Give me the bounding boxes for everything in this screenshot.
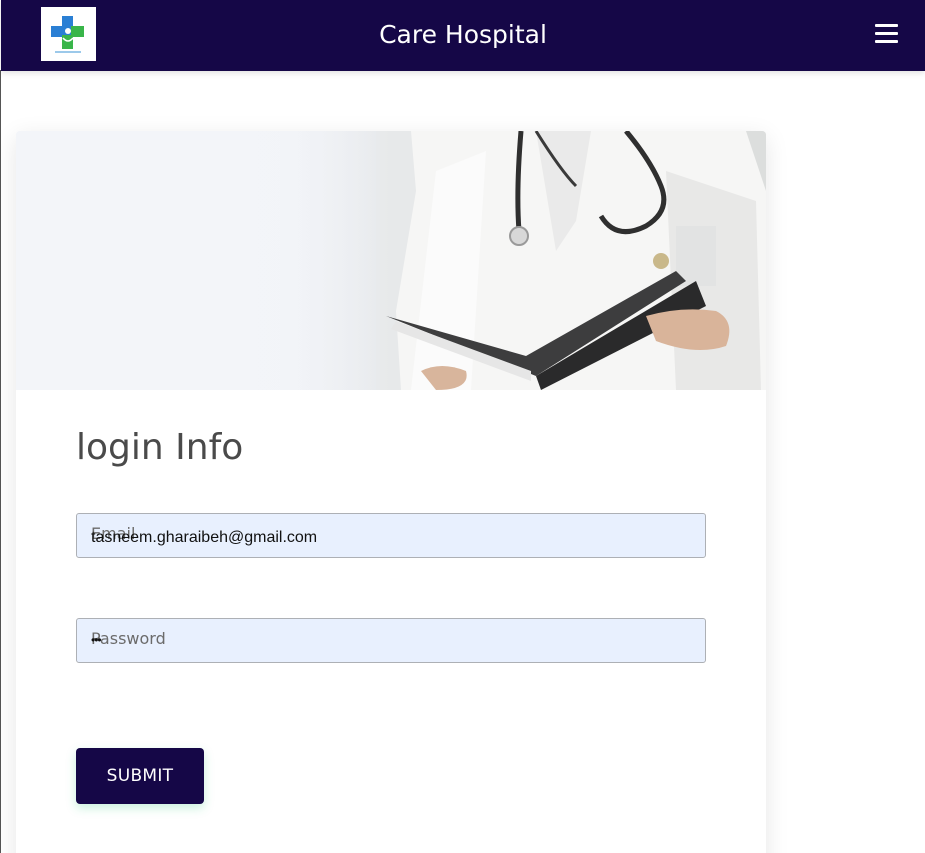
login-title: login Info	[76, 427, 244, 468]
login-card: login Info Email tasneem.gharaibeh@gmail…	[16, 131, 766, 853]
password-value: •••	[91, 633, 102, 647]
hero-image	[16, 131, 766, 390]
password-label: Password	[91, 629, 166, 648]
email-value: tasneem.gharaibeh@gmail.com	[91, 529, 318, 546]
password-field[interactable]: Password •••	[76, 618, 706, 663]
doctor-illustration	[16, 131, 766, 390]
site-title: Care Hospital	[379, 20, 547, 49]
navbar: Care Hospital	[1, 0, 925, 71]
page: Care Hospital login Info Email tasneem.g…	[0, 0, 925, 853]
left-border	[0, 70, 1, 853]
hamburger-menu-icon[interactable]	[875, 24, 898, 46]
submit-button[interactable]: SUBMIT	[76, 748, 204, 804]
email-field[interactable]: Email tasneem.gharaibeh@gmail.com	[76, 513, 706, 558]
